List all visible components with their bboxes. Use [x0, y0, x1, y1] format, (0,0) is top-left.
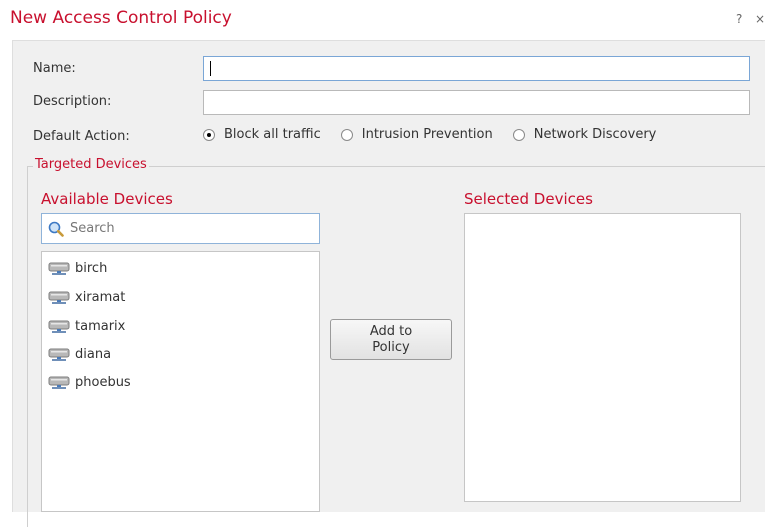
radio-intrusion-prevention[interactable]: Intrusion Prevention [340, 127, 493, 142]
list-item[interactable]: diana [48, 344, 111, 364]
selected-devices-title: Selected Devices [464, 190, 593, 208]
device-search-box[interactable] [41, 213, 320, 244]
list-item[interactable]: phoebus [48, 372, 131, 392]
list-item[interactable]: xiramat [48, 287, 125, 307]
device-icon [48, 320, 70, 333]
name-input[interactable] [203, 56, 750, 81]
close-icon[interactable]: × [755, 12, 765, 26]
radio-network-discovery[interactable]: Network Discovery [512, 127, 657, 142]
search-icon [48, 221, 64, 237]
device-icon [48, 262, 70, 275]
device-name: diana [75, 346, 112, 362]
device-name: phoebus [75, 374, 131, 390]
default-action-label: Default Action: [33, 129, 130, 144]
targeted-devices-legend: Targeted Devices [33, 157, 149, 172]
available-devices-list[interactable]: birch xiramat tamarix diana phoebus [41, 251, 320, 512]
name-label: Name: [33, 61, 76, 76]
radio-button-checked[interactable] [203, 128, 215, 141]
device-name: xiramat [75, 289, 126, 305]
help-icon[interactable]: ? [736, 12, 742, 26]
text-caret [210, 61, 211, 76]
device-name: birch [75, 260, 108, 276]
selected-devices-list[interactable] [464, 213, 741, 502]
available-devices-title: Available Devices [41, 190, 173, 208]
radio-block-all-traffic[interactable]: Block all traffic [203, 127, 321, 142]
radio-label: Intrusion Prevention [361, 127, 493, 142]
device-icon [48, 376, 70, 389]
radio-button[interactable] [512, 128, 525, 141]
dialog-body: Name: Description: Default Action: Block… [12, 40, 765, 527]
description-input[interactable] [203, 90, 750, 115]
radio-button[interactable] [340, 128, 353, 141]
device-icon [48, 291, 70, 304]
list-item[interactable]: birch [48, 258, 107, 278]
add-to-policy-button[interactable]: Add to Policy [330, 319, 452, 360]
search-input[interactable] [70, 221, 300, 236]
device-name: tamarix [75, 318, 126, 334]
radio-label: Block all traffic [224, 127, 321, 142]
default-action-group: Block all traffic Intrusion Prevention N… [203, 127, 676, 142]
dialog-title: New Access Control Policy [10, 8, 232, 28]
description-label: Description: [33, 94, 112, 109]
list-item[interactable]: tamarix [48, 316, 125, 336]
device-icon [48, 348, 70, 361]
radio-label: Network Discovery [533, 127, 657, 142]
add-button-label-line1: Add to [369, 323, 413, 339]
add-button-label-line2: Policy [372, 339, 410, 355]
